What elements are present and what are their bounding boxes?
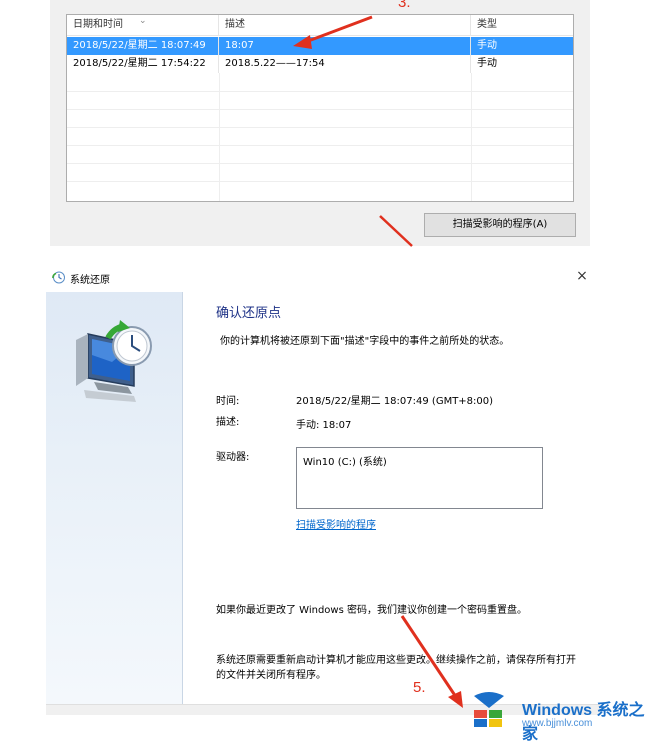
grid-line <box>67 127 573 128</box>
sort-caret-icon: ⌄ <box>139 16 147 26</box>
system-restore-dialog: 系统还原 × 确认还原点 你的计算机将被还原到下面"描述"字段中的事件之前所处的… <box>46 262 600 715</box>
grid-line <box>67 145 573 146</box>
table-header: 日期和时间 ⌄ 描述 类型 <box>67 15 573 36</box>
scan-affected-programs-link[interactable]: 扫描受影响的程序 <box>296 516 376 531</box>
windows-logo-icon <box>474 692 504 727</box>
window-title: 系统还原 <box>70 275 110 286</box>
description-text: 你的计算机将被还原到下面"描述"字段中的事件之前所处的状态。 <box>220 336 510 347</box>
grid-line <box>67 181 573 182</box>
grid-line <box>67 91 573 92</box>
cell-datetime: 2018/5/22/星期二 18:07:49 <box>67 37 219 55</box>
grid-line <box>67 163 573 164</box>
restart-warning-note: 系统还原需要重新启动计算机才能应用这些更改。继续操作之前，请保存所有打开的文件并… <box>216 655 576 681</box>
cell-datetime: 2018/5/22/星期二 17:54:22 <box>67 55 219 73</box>
description-value: 手动: 18:07 <box>296 420 352 431</box>
column-header-type[interactable]: 类型 <box>471 15 573 35</box>
dialog-content: 确认还原点 你的计算机将被还原到下面"描述"字段中的事件之前所处的状态。 时间:… <box>183 292 600 704</box>
side-panel <box>46 292 183 704</box>
restore-points-panel: 3. 日期和时间 ⌄ 描述 类型 2018/5/22/星期二 18:07:49 1… <box>50 0 590 246</box>
grid-line <box>67 109 573 110</box>
page-title: 确认还原点 <box>216 306 282 321</box>
cell-type: 手动 <box>477 58 497 69</box>
step-3-annotation: 3. <box>398 0 411 11</box>
drives-list[interactable]: Win10 (C:) (系统) <box>296 447 543 509</box>
cell-description: 18:07 <box>219 37 471 55</box>
step-5-annotation: 5. <box>413 679 426 696</box>
column-divider <box>219 73 220 201</box>
list-item[interactable]: Win10 (C:) (系统) <box>303 453 387 468</box>
computer-restore-icon <box>76 320 152 402</box>
time-label: 时间: <box>216 396 240 407</box>
system-restore-icon <box>52 271 65 284</box>
table-row-selected[interactable]: 2018/5/22/星期二 18:07:49 18:07 手动 <box>67 37 573 55</box>
drives-label: 驱动器: <box>216 452 250 463</box>
close-icon[interactable]: × <box>572 266 592 286</box>
cell-description: 2018.5.22——17:54 <box>219 55 471 73</box>
watermark-url: www.bjjmlv.com <box>522 718 593 729</box>
password-reset-note: 如果你最近更改了 Windows 密码，我们建议你创建一个密码重置盘。 <box>216 605 527 616</box>
table-row[interactable]: 2018/5/22/星期二 17:54:22 2018.5.22——17:54 … <box>67 55 573 73</box>
scan-affected-programs-button[interactable]: 扫描受影响的程序(A) <box>424 213 576 237</box>
title-bar[interactable]: 系统还原 × <box>46 262 600 292</box>
restore-points-table[interactable]: 日期和时间 ⌄ 描述 类型 2018/5/22/星期二 18:07:49 18:0… <box>66 14 574 202</box>
column-header-description[interactable]: 描述 <box>219 15 471 35</box>
description-label: 描述: <box>216 417 240 428</box>
column-header-datetime[interactable]: 日期和时间 ⌄ <box>67 15 219 35</box>
time-value: 2018/5/22/星期二 18:07:49 (GMT+8:00) <box>296 396 494 407</box>
site-watermark: Windows 系统之家 www.bjjmlv.com <box>470 688 659 743</box>
cell-type: 手动 <box>477 40 497 51</box>
column-divider <box>471 73 472 201</box>
